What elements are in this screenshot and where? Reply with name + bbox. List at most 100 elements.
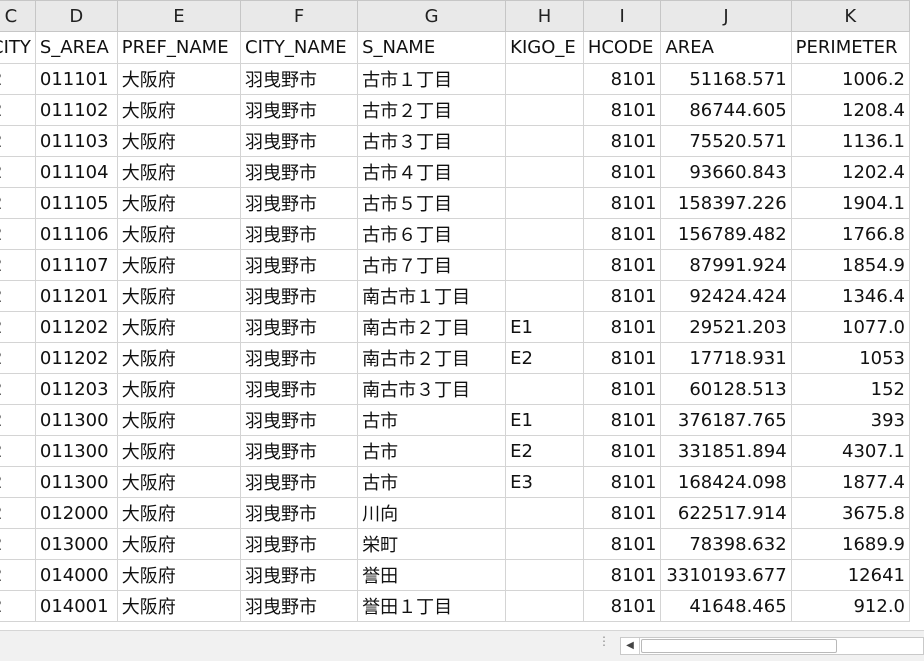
cell[interactable]: 8101: [582, 156, 662, 188]
cell[interactable]: 92424.424: [660, 280, 792, 312]
cell[interactable]: 75520.571: [660, 125, 792, 157]
cell[interactable]: 2: [0, 94, 36, 126]
cell[interactable]: 古市５丁目: [357, 187, 507, 219]
cell[interactable]: 2: [0, 342, 36, 374]
cell[interactable]: 8101: [582, 311, 662, 343]
cell[interactable]: 8101: [582, 435, 662, 467]
cell[interactable]: 86744.605: [660, 94, 792, 126]
cell[interactable]: 2: [0, 311, 36, 343]
column-header-f[interactable]: F: [240, 0, 359, 32]
cell[interactable]: 大阪府: [116, 156, 242, 188]
cell[interactable]: 2: [0, 249, 36, 281]
cell[interactable]: 014001: [34, 590, 118, 622]
cell[interactable]: 2: [0, 466, 36, 498]
cell[interactable]: 羽曳野市: [240, 125, 359, 157]
cell[interactable]: 大阪府: [116, 590, 242, 622]
cell[interactable]: [505, 187, 584, 219]
cell[interactable]: 012000: [34, 497, 118, 529]
cell[interactable]: 羽曳野市: [240, 187, 359, 219]
field-name-cell[interactable]: CITY: [0, 31, 36, 64]
cell[interactable]: 古市: [357, 466, 507, 498]
cell[interactable]: 古市６丁目: [357, 218, 507, 250]
cell[interactable]: 1202.4: [790, 156, 911, 188]
vertical-dots-icon[interactable]: ⋮: [598, 635, 610, 647]
column-header-i[interactable]: I: [582, 0, 662, 32]
cell[interactable]: 8101: [582, 63, 662, 95]
cell[interactable]: 8101: [582, 94, 662, 126]
cell[interactable]: 8101: [582, 528, 662, 560]
cell[interactable]: 古市７丁目: [357, 249, 507, 281]
cell[interactable]: 011300: [34, 466, 118, 498]
field-name-cell[interactable]: HCODE: [582, 31, 662, 64]
field-name-cell[interactable]: S_AREA: [34, 31, 118, 64]
cell[interactable]: 8101: [582, 342, 662, 374]
cell[interactable]: 南古市２丁目: [357, 342, 507, 374]
cell[interactable]: 011106: [34, 218, 118, 250]
cell[interactable]: 011300: [34, 404, 118, 436]
cell[interactable]: 013000: [34, 528, 118, 560]
cell[interactable]: 羽曳野市: [240, 559, 359, 591]
field-name-cell[interactable]: KIGO_E: [505, 31, 584, 64]
cell[interactable]: 011103: [34, 125, 118, 157]
cell[interactable]: 大阪府: [116, 497, 242, 529]
cell[interactable]: [505, 94, 584, 126]
spreadsheet-grid[interactable]: CDEFGHIJK CITYS_AREAPREF_NAMECITY_NAMES_…: [0, 0, 924, 630]
cell[interactable]: 1877.4: [790, 466, 911, 498]
cell[interactable]: 011202: [34, 342, 118, 374]
cell[interactable]: 011202: [34, 311, 118, 343]
cell[interactable]: E1: [505, 311, 584, 343]
cell[interactable]: 2: [0, 373, 36, 405]
cell[interactable]: 3675.8: [790, 497, 911, 529]
cell[interactable]: 1766.8: [790, 218, 911, 250]
field-name-cell[interactable]: S_NAME: [357, 31, 507, 64]
cell[interactable]: 93660.843: [660, 156, 792, 188]
cell[interactable]: 8101: [582, 218, 662, 250]
cell[interactable]: 羽曳野市: [240, 590, 359, 622]
cell[interactable]: 羽曳野市: [240, 466, 359, 498]
cell[interactable]: 4307.1: [790, 435, 911, 467]
cell[interactable]: 大阪府: [116, 559, 242, 591]
cell[interactable]: 大阪府: [116, 311, 242, 343]
cell[interactable]: 8101: [582, 590, 662, 622]
cell[interactable]: 8101: [582, 559, 662, 591]
cell[interactable]: 2: [0, 156, 36, 188]
scrollbar-thumb[interactable]: [641, 639, 837, 653]
cell[interactable]: 大阪府: [116, 63, 242, 95]
cell[interactable]: 376187.765: [660, 404, 792, 436]
cell[interactable]: 8101: [582, 125, 662, 157]
cell[interactable]: 1854.9: [790, 249, 911, 281]
cell[interactable]: 大阪府: [116, 125, 242, 157]
cell[interactable]: E3: [505, 466, 584, 498]
column-header-e[interactable]: E: [116, 0, 242, 32]
cell[interactable]: 156789.482: [660, 218, 792, 250]
cell[interactable]: 8101: [582, 466, 662, 498]
cell[interactable]: [505, 590, 584, 622]
cell[interactable]: 大阪府: [116, 435, 242, 467]
cell[interactable]: [505, 218, 584, 250]
cell[interactable]: 2: [0, 218, 36, 250]
cell[interactable]: 2: [0, 590, 36, 622]
cell[interactable]: 011101: [34, 63, 118, 95]
cell[interactable]: 古市２丁目: [357, 94, 507, 126]
cell[interactable]: 2: [0, 528, 36, 560]
cell[interactable]: 2: [0, 435, 36, 467]
cell[interactable]: [505, 63, 584, 95]
cell[interactable]: 011300: [34, 435, 118, 467]
cell[interactable]: 羽曳野市: [240, 528, 359, 560]
cell[interactable]: 羽曳野市: [240, 373, 359, 405]
cell[interactable]: 17718.931: [660, 342, 792, 374]
cell[interactable]: 78398.632: [660, 528, 792, 560]
horizontal-scrollbar[interactable]: ◀: [620, 637, 924, 655]
cell[interactable]: 011104: [34, 156, 118, 188]
cell[interactable]: 羽曳野市: [240, 94, 359, 126]
cell[interactable]: 158397.226: [660, 187, 792, 219]
cell[interactable]: 2: [0, 63, 36, 95]
cell[interactable]: 2: [0, 280, 36, 312]
cell[interactable]: 古市１丁目: [357, 63, 507, 95]
cell[interactable]: [505, 559, 584, 591]
cell[interactable]: [505, 280, 584, 312]
cell[interactable]: [505, 249, 584, 281]
cell[interactable]: 羽曳野市: [240, 311, 359, 343]
cell[interactable]: [505, 497, 584, 529]
cell[interactable]: 大阪府: [116, 404, 242, 436]
